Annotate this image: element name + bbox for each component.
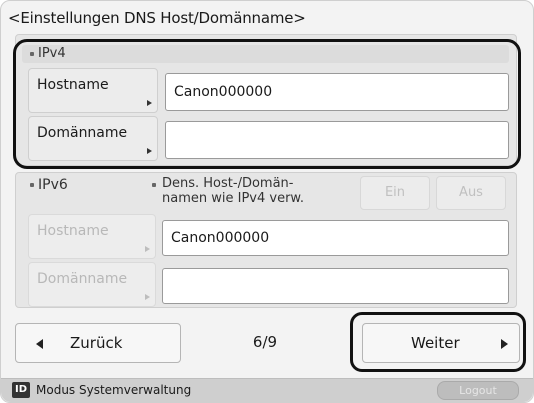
chevron-right-icon — [145, 246, 150, 252]
ipv6-domain-input[interactable] — [162, 268, 509, 304]
off-toggle-button[interactable]: Aus — [436, 176, 506, 210]
ipv6-hostname-input[interactable]: Canon000000 — [162, 220, 509, 256]
system-mode-icon: ID — [12, 382, 30, 398]
on-toggle-button[interactable]: Ein — [360, 176, 430, 210]
same-as-ipv4-label: Dens. Host-/Domän- namen wie IPv4 verw. — [162, 176, 304, 206]
ipv6-section-label: IPv6 — [38, 177, 68, 193]
arrow-left-icon — [36, 339, 43, 349]
ipv6-bullet-icon — [30, 183, 34, 187]
page-indicator: 6/9 — [252, 333, 278, 351]
ipv6-domain-label: Domänname — [37, 271, 128, 287]
same-as-ipv4-bullet-icon — [152, 183, 156, 187]
back-button-label: Zurück — [70, 334, 123, 352]
logout-button[interactable]: Logout — [437, 381, 519, 400]
chevron-right-icon — [145, 294, 150, 300]
ipv6-hostname-label-button[interactable]: Hostname — [28, 214, 156, 259]
back-button[interactable]: Zurück — [15, 323, 181, 363]
ipv4-highlight-frame — [13, 39, 521, 169]
ipv6-domain-label-button[interactable]: Domänname — [28, 262, 156, 307]
ipv6-hostname-label: Hostname — [37, 223, 109, 239]
mode-status-text: Modus Systemverwaltung — [36, 383, 192, 397]
next-highlight-frame — [350, 312, 526, 372]
page-title: <Einstellungen DNS Host/Domänname> — [8, 9, 306, 27]
